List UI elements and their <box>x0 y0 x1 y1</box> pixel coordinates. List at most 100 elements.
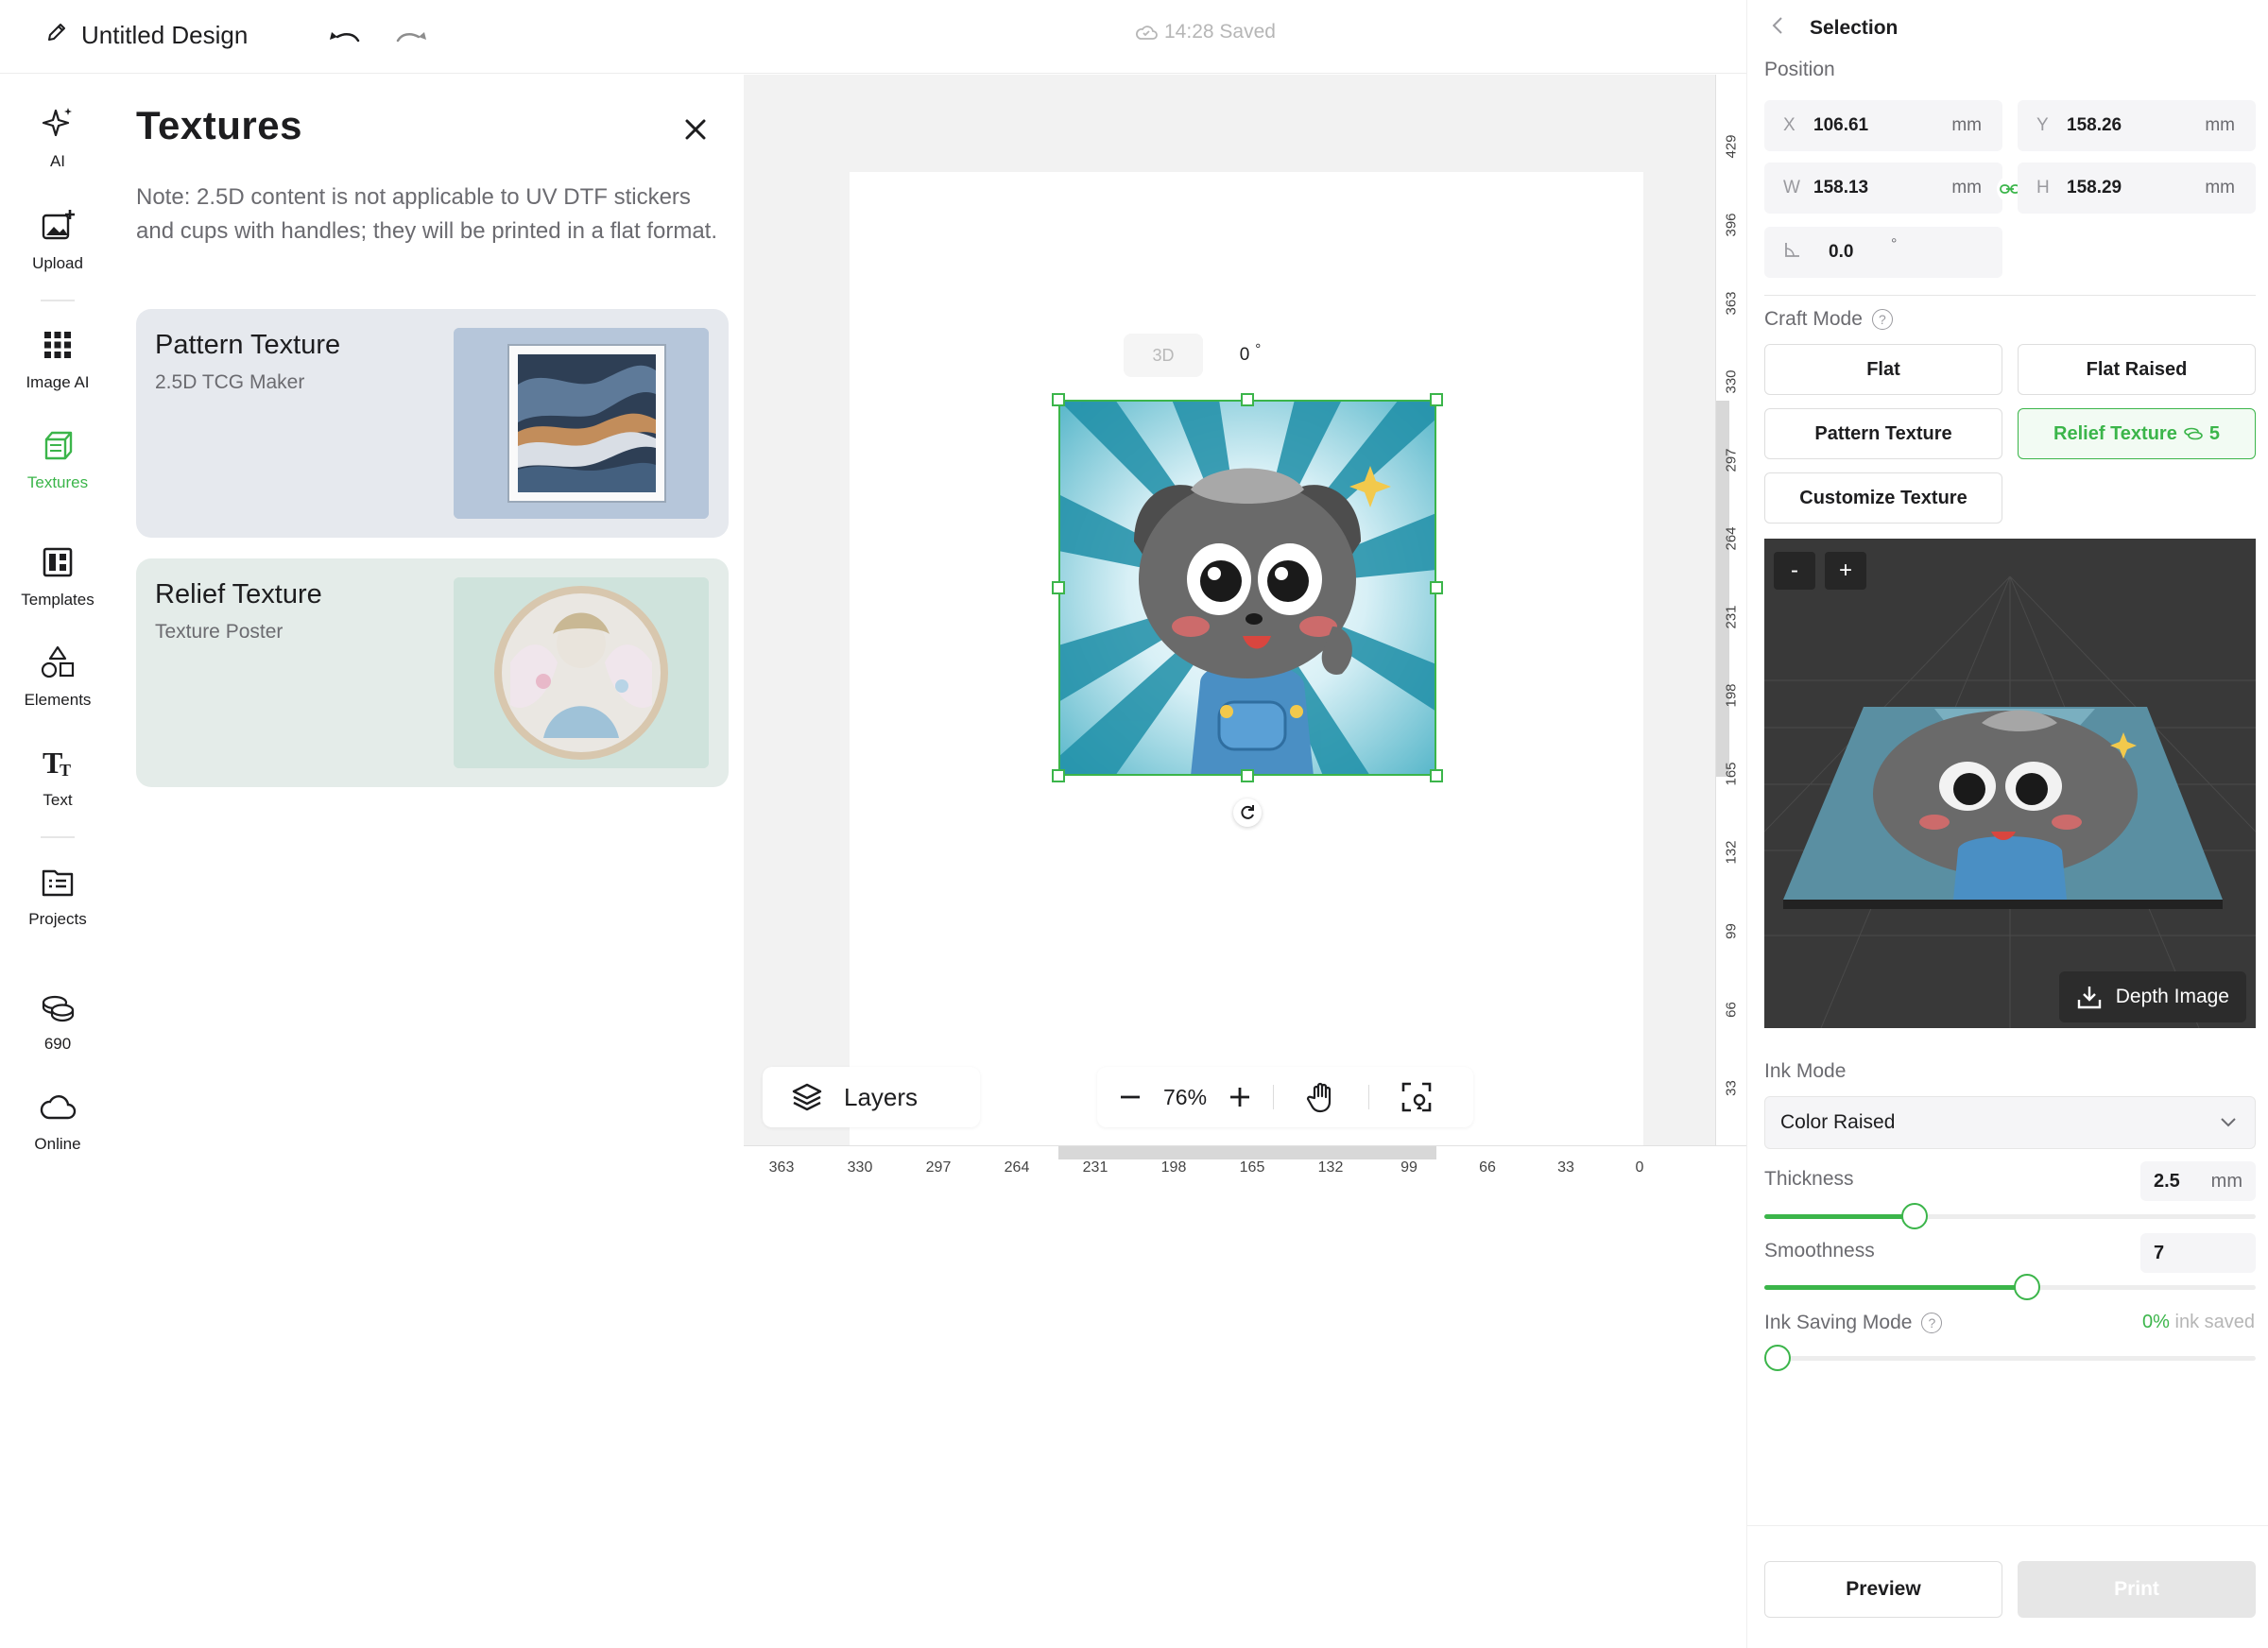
ruler-tick: 429 <box>1723 134 1740 159</box>
resize-handle[interactable] <box>1430 769 1443 782</box>
undo-button[interactable] <box>321 15 369 55</box>
angle-icon <box>1783 240 1802 265</box>
relief-texture-label: Relief Texture <box>2053 422 2177 444</box>
cloud-icon <box>40 1095 77 1120</box>
design-canvas[interactable]: 3D 0 ° 429 396 363 330 297 264 231 198 1… <box>744 75 1746 1181</box>
rail-item-coins[interactable]: 690 <box>0 987 115 1054</box>
slider-knob[interactable] <box>1764 1345 1791 1371</box>
rail-item-image-ai[interactable]: Image AI <box>0 326 115 392</box>
craft-mode-customize-texture[interactable]: Customize Texture <box>1764 472 2002 524</box>
rail-item-online[interactable]: Online <box>0 1088 115 1154</box>
rail-label: Text <box>43 791 73 809</box>
rail-item-elements[interactable]: Elements <box>0 644 115 710</box>
rail-item-text[interactable]: TT Text <box>0 744 115 810</box>
document-title[interactable]: Untitled Design <box>45 18 248 52</box>
thickness-input[interactable]: 2.5 mm <box>2140 1161 2256 1201</box>
smoothness-slider[interactable] <box>1764 1274 2256 1300</box>
selection-title: Selection <box>1810 17 1899 39</box>
craft-mode-flat-raised[interactable]: Flat Raised <box>2018 344 2256 395</box>
preview-zoom-out-button[interactable]: - <box>1774 552 1815 590</box>
layers-button[interactable]: Layers <box>763 1067 980 1127</box>
rail-label: Image AI <box>26 373 90 391</box>
pan-tool-button[interactable] <box>1274 1067 1368 1127</box>
rotate-handle[interactable] <box>1233 798 1262 827</box>
zoom-out-button[interactable] <box>1097 1067 1163 1127</box>
ink-mode-select[interactable]: Color Raised <box>1764 1096 2256 1149</box>
redo-button[interactable] <box>387 15 435 55</box>
ruler-tick: 66 <box>1723 1002 1740 1018</box>
depth-image-label: Depth Image <box>2115 986 2229 1007</box>
resize-handle[interactable] <box>1052 769 1065 782</box>
depth-image-button[interactable]: Depth Image <box>2058 971 2246 1022</box>
field-unit: mm <box>2205 178 2235 197</box>
resize-handle[interactable] <box>1052 581 1065 594</box>
resize-handle[interactable] <box>1430 393 1443 406</box>
height-field[interactable]: H 158.29 mm <box>2018 163 2256 214</box>
left-rail: AI Upload Image AI Textures Templates El… <box>0 75 115 1181</box>
ink-mode-label: Ink Mode <box>1764 1060 1847 1082</box>
ruler-tick: 297 <box>925 1159 952 1176</box>
zoom-in-button[interactable] <box>1207 1067 1273 1127</box>
rotate-icon <box>1241 805 1254 819</box>
width-value[interactable]: 158.13 <box>1813 178 1868 198</box>
text-icon: TT <box>43 746 71 780</box>
save-status-text: 14:28 Saved <box>1164 21 1276 43</box>
angle-field[interactable]: 0.0 ° <box>1764 227 2002 278</box>
craft-mode-relief-texture[interactable]: Relief Texture 5 <box>2018 408 2256 459</box>
help-icon[interactable]: ? <box>1921 1313 1943 1333</box>
rail-item-upload[interactable]: Upload <box>0 207 115 273</box>
ruler-tick: 396 <box>1723 213 1740 237</box>
texture-card-relief[interactable]: Relief Texture Texture Poster <box>136 558 729 787</box>
craft-mode-flat[interactable]: Flat <box>1764 344 2002 395</box>
angle-value[interactable]: 0.0 <box>1829 242 1853 263</box>
width-field[interactable]: W 158.13 mm <box>1764 163 2002 214</box>
slider-knob[interactable] <box>2014 1274 2041 1300</box>
resize-handle[interactable] <box>1241 769 1254 782</box>
rail-item-textures[interactable]: Textures <box>0 426 115 492</box>
rail-item-ai[interactable]: AI <box>0 105 115 171</box>
rail-item-templates[interactable]: Templates <box>0 543 115 609</box>
texture-card-pattern[interactable]: Pattern Texture 2.5D TCG Maker <box>136 309 729 538</box>
preview-button[interactable]: Preview <box>1764 1561 2002 1618</box>
redo-icon <box>396 32 426 43</box>
ink-saving-slider[interactable] <box>1764 1345 2256 1371</box>
resize-handle[interactable] <box>1241 393 1254 406</box>
y-field[interactable]: Y 158.26 mm <box>2018 100 2256 151</box>
3d-preview-viewport[interactable]: - + Depth Image <box>1764 539 2256 1028</box>
height-value[interactable]: 158.29 <box>2067 178 2122 198</box>
svg-text:T: T <box>60 761 71 780</box>
object-toolbar: 3D 0 ° <box>1124 334 1290 377</box>
ink-saved-status: 0% ink saved <box>2142 1312 2255 1333</box>
resize-handle[interactable] <box>1430 581 1443 594</box>
shapes-icon <box>41 645 75 678</box>
preview-zoom-in-button[interactable]: + <box>1825 552 1866 590</box>
x-field[interactable]: X 106.61 mm <box>1764 100 2002 151</box>
rail-label: Textures <box>26 473 89 491</box>
rotation-unit: ° <box>1255 340 1262 357</box>
top-bar: Untitled Design 14:28 Saved <box>0 0 1746 74</box>
print-button[interactable]: Print <box>2018 1561 2256 1618</box>
x-value[interactable]: 106.61 <box>1813 115 1868 136</box>
close-panel-button[interactable] <box>677 111 714 148</box>
3d-preview-render <box>1764 575 2256 1028</box>
zoom-level[interactable]: 76% <box>1163 1067 1207 1127</box>
thickness-slider[interactable] <box>1764 1203 2256 1229</box>
document-title-text: Untitled Design <box>81 20 249 49</box>
smoothness-label: Smoothness <box>1764 1240 1875 1262</box>
smoothness-input[interactable]: 7 <box>2140 1233 2256 1273</box>
craft-mode-pattern-texture[interactable]: Pattern Texture <box>1764 408 2002 459</box>
resize-handle[interactable] <box>1052 393 1065 406</box>
back-button[interactable] <box>1770 15 1785 42</box>
ruler-tick: 33 <box>1557 1159 1574 1176</box>
selected-image[interactable] <box>1052 393 1443 827</box>
field-key: W <box>1783 178 1800 197</box>
slider-knob[interactable] <box>1900 1203 1928 1229</box>
toggle-3d-button[interactable]: 3D <box>1124 334 1203 377</box>
y-value[interactable]: 158.26 <box>2067 115 2122 136</box>
coins-icon <box>42 995 75 1022</box>
ink-mode-value: Color Raised <box>1780 1111 1896 1133</box>
rail-item-projects[interactable]: Projects <box>0 863 115 929</box>
rotation-input[interactable]: 0 ° <box>1211 334 1290 377</box>
help-icon[interactable]: ? <box>1871 309 1893 330</box>
fit-to-screen-button[interactable] <box>1369 1067 1464 1127</box>
